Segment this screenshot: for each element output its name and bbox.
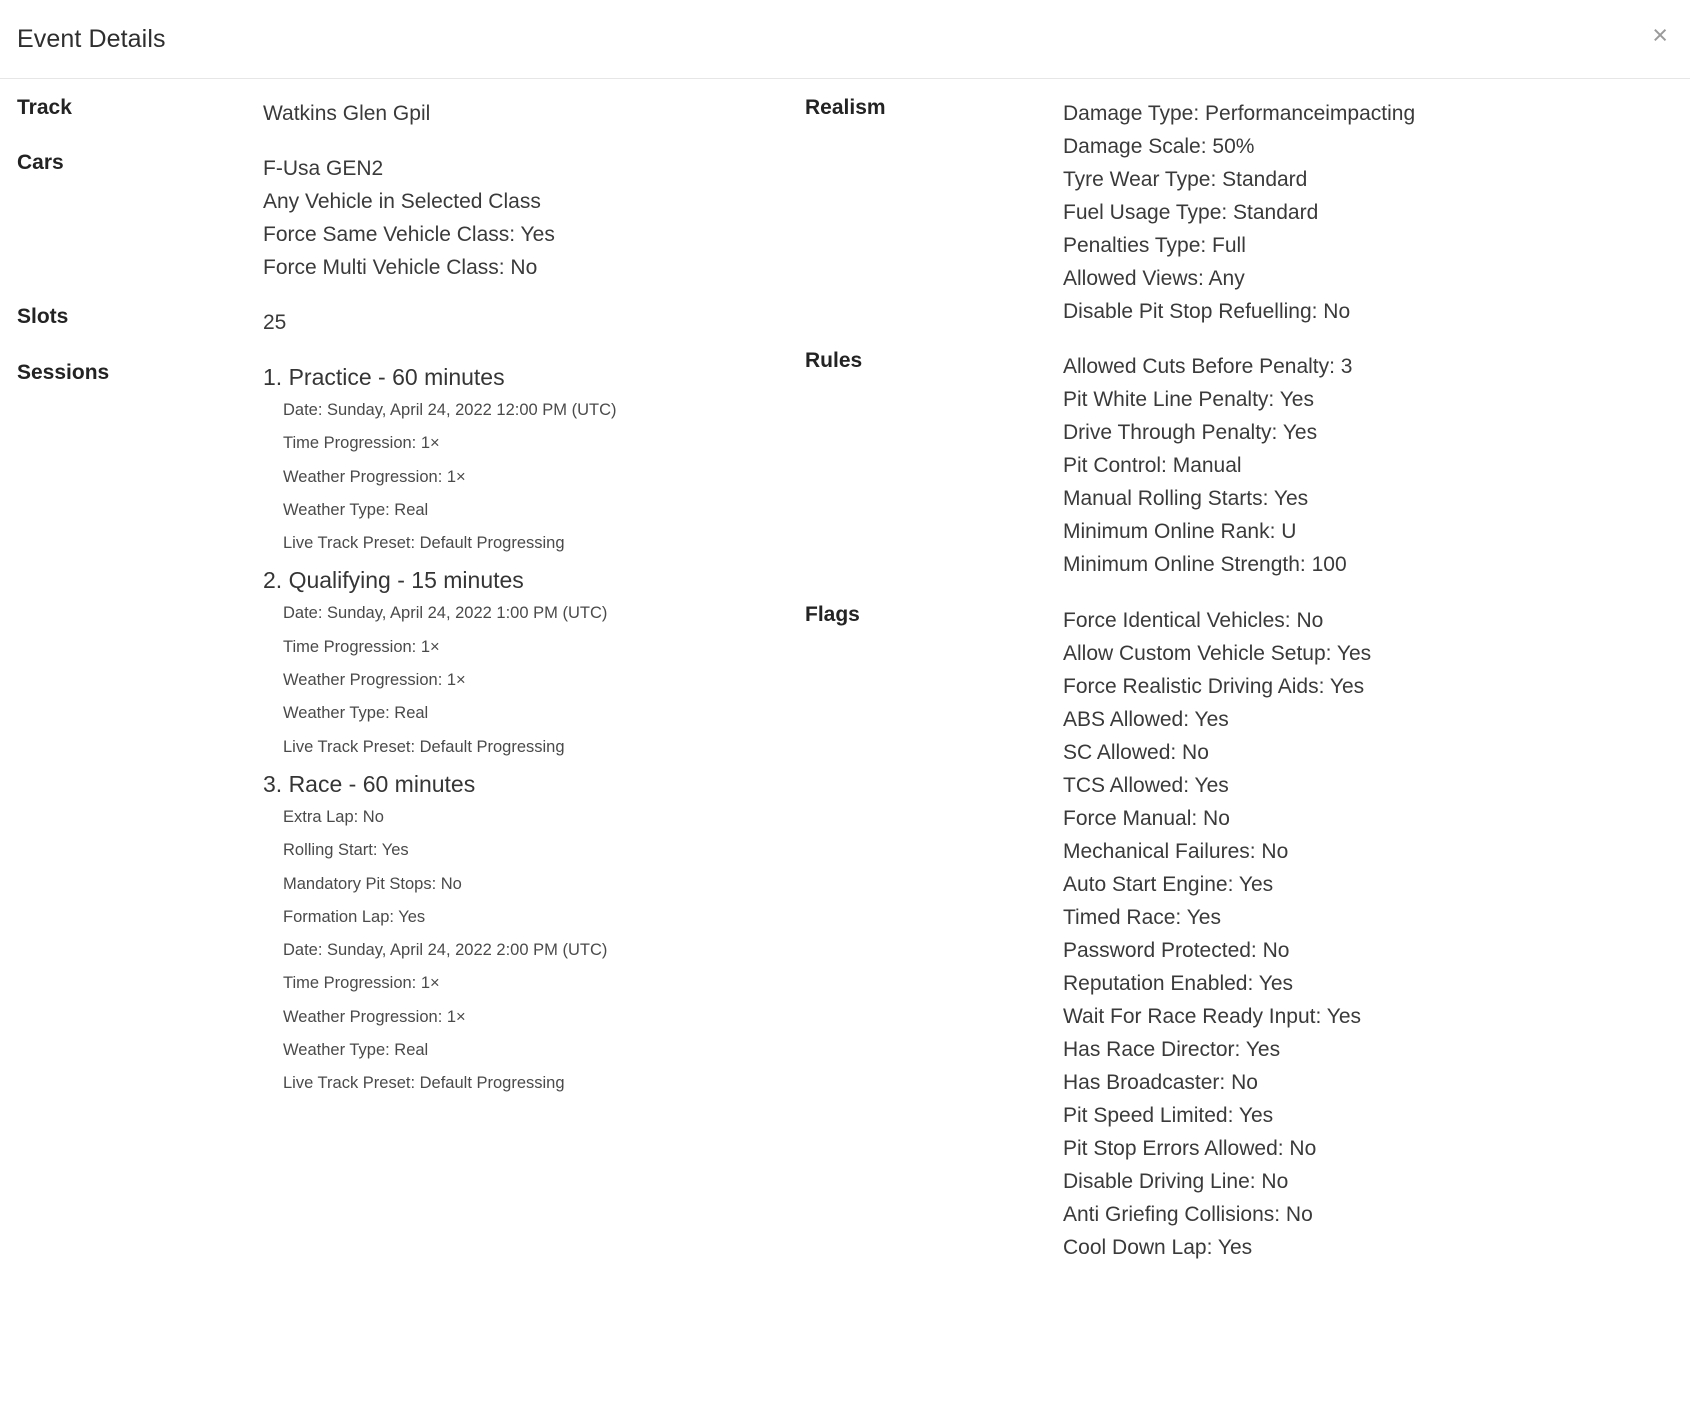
value-line: Damage Scale: 50% [1063, 135, 1255, 158]
session-detail: Time Progression: 1× [283, 974, 440, 993]
session-detail: Weather Type: Real [283, 704, 429, 723]
value-line: Tyre Wear Type: Standard [1063, 168, 1308, 191]
field-values-slots: 25 [263, 306, 800, 339]
field-values-realism: Damage Type: Performanceimpacting Damage… [1063, 97, 1690, 328]
value-line: Force Multi Vehicle Class: No [263, 256, 538, 279]
value-line: Minimum Online Strength: 100 [1063, 553, 1347, 576]
session-item: 2. Qualifying - 15 minutes Date: Sunday,… [263, 563, 800, 763]
value-line: Minimum Online Rank: U [1063, 520, 1297, 543]
value-line: Has Race Director: Yes [1063, 1038, 1281, 1061]
modal-body: Track Watkins Glen Gpil Cars F-Usa GEN2 … [0, 79, 1690, 1264]
session-detail: Time Progression: 1× [283, 637, 440, 656]
session-detail: Live Track Preset: Default Progressing [283, 1074, 565, 1093]
field-flags: Flags Force Identical Vehicles: No Allow… [800, 604, 1690, 1264]
field-label-slots: Slots [17, 305, 69, 328]
value-line: Allowed Cuts Before Penalty: 3 [1063, 355, 1353, 378]
field-slots: Slots 25 [0, 306, 800, 339]
session-detail: Weather Type: Real [283, 1041, 429, 1060]
value-line: Disable Pit Stop Refuelling: No [1063, 300, 1351, 323]
session-title: 2. Qualifying - 15 minutes [263, 567, 524, 594]
session-detail: Live Track Preset: Default Progressing [283, 737, 565, 756]
value-line: Allowed Views: Any [1063, 267, 1245, 290]
value-line: Allow Custom Vehicle Setup: Yes [1063, 642, 1372, 665]
value-line: Force Same Vehicle Class: Yes [263, 223, 555, 246]
value-line: Reputation Enabled: Yes [1063, 972, 1294, 995]
field-rules: Rules Allowed Cuts Before Penalty: 3 Pit… [800, 350, 1690, 581]
event-details-modal: Event Details × Track Watkins Glen Gpil … [0, 0, 1690, 1264]
session-title: 1. Practice - 60 minutes [263, 364, 505, 390]
field-label-cars: Cars [17, 151, 64, 174]
field-cars: Cars F-Usa GEN2 Any Vehicle in Selected … [0, 152, 800, 284]
session-detail: Time Progression: 1× [283, 434, 440, 453]
value-line: Force Identical Vehicles: No [1063, 609, 1324, 632]
value-line: Disable Driving Line: No [1063, 1170, 1289, 1193]
field-label-rules: Rules [805, 349, 863, 372]
session-detail: Formation Lap: Yes [283, 907, 426, 926]
value-line: Password Protected: No [1063, 939, 1290, 962]
session-detail: Rolling Start: Yes [283, 841, 409, 860]
value-line: Penalties Type: Full [1063, 234, 1246, 257]
field-label-track: Track [17, 96, 72, 119]
value-line: TCS Allowed: Yes [1063, 774, 1229, 797]
value-line: Timed Race: Yes [1063, 906, 1221, 929]
value-line: Pit Speed Limited: Yes [1063, 1104, 1274, 1127]
value-line: Cool Down Lap: Yes [1063, 1236, 1253, 1259]
field-values-track: Watkins Glen Gpil [263, 97, 800, 130]
field-label-flags: Flags [805, 603, 860, 626]
session-detail: Weather Progression: 1× [283, 671, 466, 690]
session-detail: Date: Sunday, April 24, 2022 2:00 PM (UT… [283, 941, 608, 960]
session-detail: Mandatory Pit Stops: No [283, 874, 462, 893]
value-line: Pit White Line Penalty: Yes [1063, 388, 1314, 411]
modal-header: Event Details × [0, 0, 1690, 79]
value-line: Wait For Race Ready Input: Yes [1063, 1005, 1362, 1028]
field-values-flags: Force Identical Vehicles: No Allow Custo… [1063, 604, 1690, 1264]
field-values-rules: Allowed Cuts Before Penalty: 3 Pit White… [1063, 350, 1690, 581]
value-line: F-Usa GEN2 [263, 157, 384, 180]
field-realism: Realism Damage Type: Performanceimpactin… [800, 97, 1690, 328]
session-title: 3. Race - 60 minutes [263, 770, 476, 797]
session-detail: Weather Type: Real [283, 500, 429, 519]
value-line: Pit Stop Errors Allowed: No [1063, 1137, 1317, 1160]
value-line: Anti Griefing Collisions: No [1063, 1203, 1313, 1226]
value-line: Any Vehicle in Selected Class [263, 190, 541, 213]
value-line: Drive Through Penalty: Yes [1063, 421, 1318, 444]
field-label-sessions: Sessions [17, 361, 110, 384]
value-line: Has Broadcaster: No [1063, 1071, 1258, 1094]
close-icon[interactable]: × [1648, 22, 1672, 49]
session-detail: Live Track Preset: Default Progressing [283, 534, 565, 553]
value-line: Damage Type: Performanceimpacting [1063, 102, 1416, 125]
value-line: SC Allowed: No [1063, 741, 1209, 764]
session-detail: Extra Lap: No [283, 807, 384, 826]
value-line: Manual Rolling Starts: Yes [1063, 487, 1309, 510]
value-line: Pit Control: Manual [1063, 454, 1242, 477]
field-values-cars: F-Usa GEN2 Any Vehicle in Selected Class… [263, 152, 800, 284]
value-line: Force Manual: No [1063, 807, 1230, 830]
session-item: 3. Race - 60 minutes Extra Lap: No Rolli… [263, 767, 800, 1101]
session-detail: Date: Sunday, April 24, 2022 12:00 PM (U… [283, 401, 617, 419]
value-line: Force Realistic Driving Aids: Yes [1063, 675, 1365, 698]
page-title: Event Details [17, 24, 166, 53]
field-sessions: Sessions 1. Practice - 60 minutes Date: … [0, 361, 800, 1101]
session-detail: Weather Progression: 1× [283, 1007, 466, 1026]
session-item: 1. Practice - 60 minutes Date: Sunday, A… [263, 360, 800, 560]
value-line: Fuel Usage Type: Standard [1063, 201, 1319, 224]
value-line: Auto Start Engine: Yes [1063, 873, 1274, 896]
session-detail: Date: Sunday, April 24, 2022 1:00 PM (UT… [283, 604, 608, 623]
field-track: Track Watkins Glen Gpil [0, 97, 800, 130]
right-column: Realism Damage Type: Performanceimpactin… [800, 97, 1690, 1264]
value-line: Watkins Glen Gpil [263, 102, 431, 125]
value-line: Mechanical Failures: No [1063, 840, 1289, 863]
session-detail: Weather Progression: 1× [283, 467, 466, 486]
value-line: 25 [263, 311, 287, 334]
value-line: ABS Allowed: Yes [1063, 708, 1229, 731]
left-column: Track Watkins Glen Gpil Cars F-Usa GEN2 … [0, 97, 800, 1264]
field-values-sessions: 1. Practice - 60 minutes Date: Sunday, A… [263, 360, 800, 1101]
field-label-realism: Realism [805, 96, 886, 119]
